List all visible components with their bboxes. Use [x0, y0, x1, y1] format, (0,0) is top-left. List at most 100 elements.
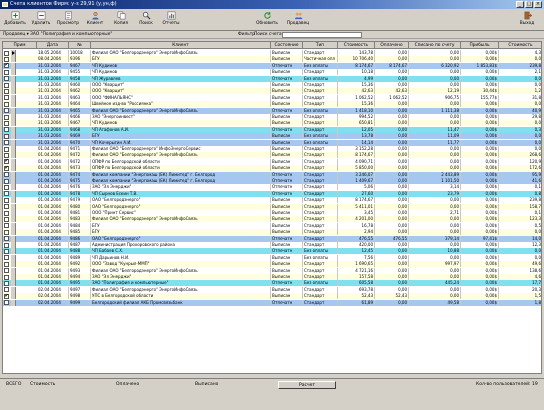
row-checkbox[interactable] [4, 127, 9, 133]
row-checkbox[interactable] [4, 191, 9, 197]
row-checkbox[interactable] [4, 95, 9, 101]
row-checkbox[interactable] [4, 184, 9, 190]
column-header-10[interactable]: Стоимость [499, 42, 541, 49]
row-checkbox[interactable] [4, 197, 9, 203]
table-row[interactable]: 01.04.2004 9486 ОАО "Белгородэнерго" Отпеча… [3, 235, 541, 242]
table-row[interactable]: 01.04.2004 9476 ЗАО "Эл Энерджи" Отпечатн Ст… [3, 184, 541, 191]
row-checkbox[interactable] [4, 287, 9, 293]
row-selector[interactable] [11, 152, 16, 159]
row-selector[interactable] [11, 82, 16, 88]
table-row[interactable]: 01.04.2004 9493 Филиал ОАО "Белгородэнерго… [3, 267, 541, 274]
table-row[interactable]: 31.03.2004 9466 ЗАО "Энергоинвест" Выписан С… [3, 114, 541, 120]
row-selector[interactable] [11, 178, 16, 184]
minimize-button[interactable]: _ [516, 1, 524, 8]
row-selector[interactable] [11, 216, 16, 223]
table-row[interactable]: 01.04.2004 9495 ЗАО "Полиграфия и компьюте… [3, 280, 541, 287]
invoice-search-input[interactable] [282, 32, 362, 38]
row-checkbox[interactable] [4, 248, 9, 254]
column-header-0[interactable]: Прим [3, 42, 37, 49]
row-selector[interactable] [11, 69, 16, 76]
row-selector[interactable] [11, 88, 16, 95]
table-row[interactable]: 01.04.2004 9489 ЧП Дарьинов Н.И. Выписан Без… [3, 254, 541, 261]
client-button[interactable]: Клиент [84, 10, 106, 30]
row-checkbox[interactable] [4, 158, 9, 165]
row-selector[interactable] [11, 280, 16, 287]
row-checkbox[interactable] [4, 82, 9, 88]
table-row[interactable]: 01.04.2004 9487 Администрация Прохоровског… [3, 242, 541, 248]
column-header-1[interactable]: Дата [37, 42, 69, 49]
close-button[interactable]: × [534, 1, 542, 8]
row-selector[interactable] [11, 146, 16, 152]
refresh-button[interactable]: Обновить [254, 10, 280, 30]
row-selector[interactable] [11, 120, 16, 127]
column-header-9[interactable]: Прибыль [461, 42, 499, 49]
row-selector[interactable] [11, 222, 16, 229]
row-checkbox[interactable] [4, 255, 9, 261]
row-checkbox[interactable] [4, 62, 9, 69]
table-row[interactable]: 01.04.2004 9472 Филиал ОАО "Белгородэнерго… [3, 152, 541, 159]
row-checkbox[interactable] [4, 120, 9, 126]
table-row[interactable]: 01.04.2004 9485 БГУ Выписан Стандарт 2,94 0,00… [3, 229, 541, 236]
row-selector[interactable] [11, 267, 16, 274]
table-row[interactable]: 01.04.2004 9474 Филиал компании "Энергомаш… [3, 171, 541, 178]
copy-button[interactable]: Копия [110, 10, 132, 30]
table-row[interactable]: 01.04.2004 9483 Филиал ОАО "Белгородэнерго… [3, 216, 541, 223]
table-row[interactable]: 01.04.2004 9478 ЧП Сырнов Ескин Т.В. Отпеча… [3, 190, 541, 197]
row-selector[interactable] [11, 197, 16, 204]
row-checkbox[interactable] [4, 293, 9, 299]
row-checkbox[interactable] [4, 88, 9, 94]
row-selector[interactable] [11, 165, 16, 172]
table-row[interactable]: 31.03.2004 9467 ЧП Кудинов Выписан Стандарт 6… [3, 120, 541, 127]
row-selector[interactable] [11, 293, 16, 300]
row-checkbox[interactable] [4, 210, 9, 216]
row-selector[interactable] [11, 101, 16, 108]
table-row[interactable]: 01.04.2004 9480 ОАО "Белгородэнерго" Выписа… [3, 203, 541, 210]
row-selector[interactable] [11, 286, 16, 293]
row-selector[interactable] [11, 242, 16, 248]
row-checkbox[interactable] [4, 165, 9, 171]
row-checkbox[interactable] [4, 242, 9, 248]
table-row[interactable]: 31.03.2004 9469 БГУ Выписан Без оплаты 13,78 0… [3, 133, 541, 140]
table-row[interactable]: 08.04.2004 9396 БГУ Выписан Частичная опл 10 … [3, 56, 541, 63]
table-row[interactable]: 18.05.2004 10018 Филиал ОАО "Белгородэнерг… [3, 50, 541, 56]
row-checkbox[interactable] [4, 280, 9, 286]
table-row[interactable]: 01.04.2004 9492 ООО "Завод "Кунрыл-ММП" Вып… [3, 261, 541, 268]
row-selector[interactable] [11, 190, 16, 197]
delete-button[interactable]: Удалить [30, 10, 52, 30]
row-selector[interactable] [11, 56, 16, 63]
table-row[interactable]: 01.04.2004 9475 Филиал компании "Энергомаш… [3, 178, 541, 184]
table-row[interactable]: 31.03.2004 9464 Швейное изд-во "Россиянка"… [3, 101, 541, 108]
row-selector[interactable] [11, 299, 16, 306]
column-header-6[interactable]: Стоимость [338, 42, 375, 49]
row-checkbox[interactable] [4, 56, 9, 62]
add-button[interactable]: Добавить [3, 10, 27, 30]
table-row[interactable]: 02.04.20049498УПС в Белгородской области… [3, 293, 541, 300]
row-checkbox[interactable] [4, 146, 9, 152]
row-checkbox[interactable] [4, 140, 9, 146]
row-checkbox[interactable] [4, 50, 9, 56]
column-header-2[interactable]: № [69, 42, 91, 49]
row-selector[interactable] [11, 75, 16, 82]
row-checkbox[interactable] [4, 172, 9, 178]
seller-filter-dropdown[interactable]: Продавец ▾ ЗАО "Полиграфия и компьютерны… [3, 31, 112, 39]
row-checkbox[interactable] [4, 108, 9, 114]
row-checkbox[interactable] [4, 300, 9, 306]
table-row[interactable]: 31.03.2004 9468 ЧП Агафонов А.И. Отпечатн Ст… [3, 126, 541, 133]
table-row[interactable]: 31.03.20049467ЧП КудиновОтпечатнБез опла… [3, 62, 541, 69]
column-header-8[interactable]: Списано по счету [409, 42, 461, 49]
view-button[interactable]: Просмотр [56, 10, 80, 30]
table-row[interactable]: 01.04.2004 9484 БГУ Выписан Стандарт 16,78 0,0… [3, 222, 541, 229]
row-checkbox[interactable] [4, 268, 9, 274]
row-checkbox[interactable] [4, 216, 9, 222]
row-selector[interactable] [11, 107, 16, 114]
row-selector[interactable] [11, 126, 16, 133]
table-row[interactable]: 01.04.2004 9479 ОАО "Белгородэнерго" Выписа… [3, 197, 541, 204]
row-checkbox[interactable] [4, 223, 9, 229]
table-row[interactable]: 31.03.2004 9460 ООО "Кварцит" Выписан Станда… [3, 82, 541, 88]
table-row[interactable]: 02.04.2004 9499 Белгородский филиал АКБ Пр… [3, 299, 541, 306]
row-checkbox[interactable] [4, 133, 9, 139]
table-row[interactable]: 01.04.20049472ОПФР по Белгородской облас… [3, 158, 541, 165]
table-row[interactable]: 31.03.2004 9455 ЧП Кудинов Выписан Стандарт 1… [3, 69, 541, 76]
reports-button[interactable]: Отчеты [160, 10, 182, 30]
row-selector[interactable] [11, 235, 16, 242]
